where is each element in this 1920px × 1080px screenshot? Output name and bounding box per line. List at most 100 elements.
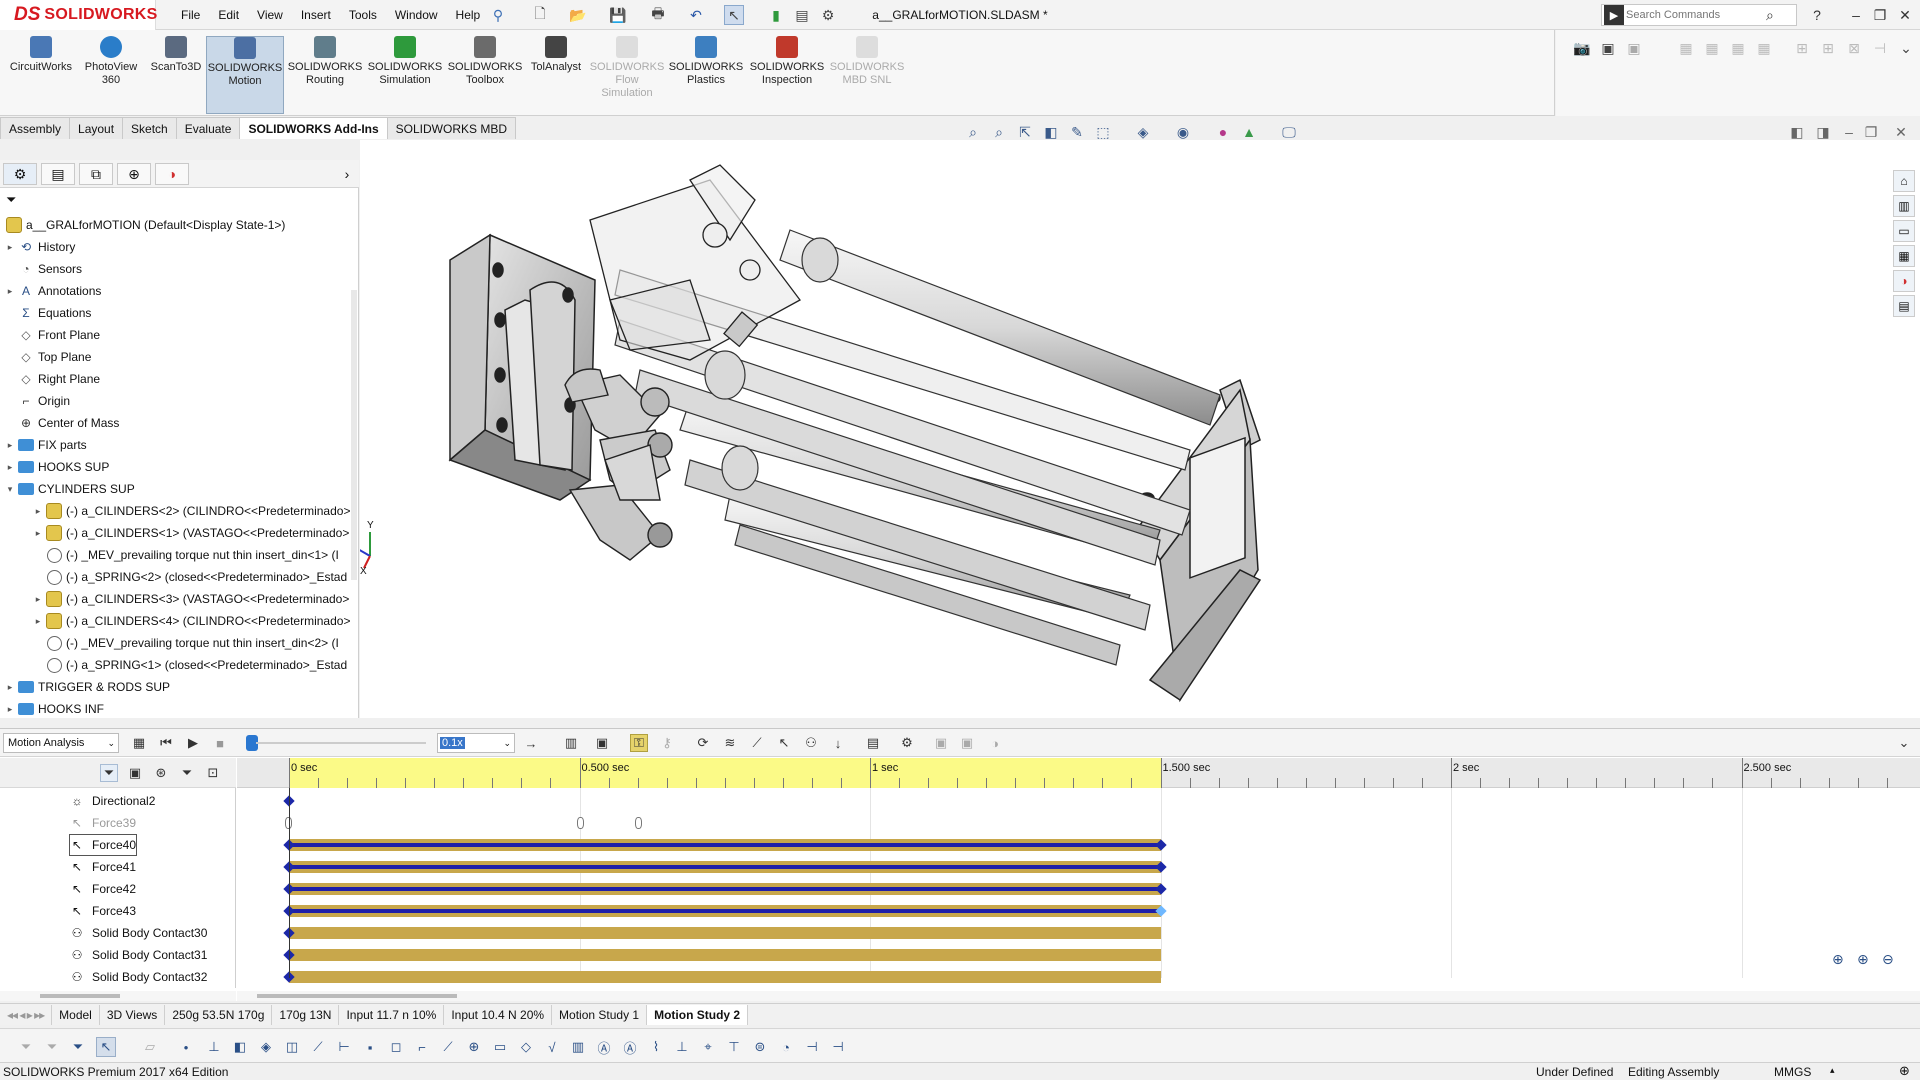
zoom-in-timeline-icon[interactable]: ⊕ bbox=[1832, 951, 1844, 968]
tree-item[interactable]: ▸ HOOKS INF bbox=[4, 698, 104, 720]
filter-driving-icon[interactable]: ▣ bbox=[126, 764, 144, 782]
tab-input-10-4[interactable]: Input 10.4 N 20% bbox=[444, 1004, 553, 1025]
timeline-bar[interactable] bbox=[289, 905, 1161, 917]
tree-item[interactable]: Σ Equations bbox=[4, 302, 91, 324]
layout-icon-6[interactable]: ⊞ bbox=[1818, 38, 1838, 58]
tree-item[interactable]: ▾ CYLINDERS SUP bbox=[4, 478, 135, 500]
study-type-select[interactable]: Motion Analysis ⌄ bbox=[3, 733, 119, 753]
filter-balloons-icon[interactable]: Ⓐ bbox=[594, 1037, 614, 1057]
options-gear-icon[interactable]: ⚙ bbox=[818, 5, 838, 25]
force-icon[interactable]: ↖ bbox=[775, 734, 793, 752]
units-chevron-icon[interactable]: ▴ bbox=[1830, 1065, 1835, 1076]
solidworks-motion-button[interactable]: SOLIDWORKS Motion bbox=[206, 36, 284, 114]
playback-speed-select[interactable]: 0.1x ⌄ bbox=[437, 733, 515, 753]
solidworks-simulation-button[interactable]: SOLIDWORKS Simulation bbox=[366, 36, 444, 114]
zoom-out-timeline-icon[interactable]: ⊕ bbox=[1857, 951, 1869, 968]
tree-item[interactable]: ▸ (-) a_CILINDERS<1> (VASTAGO<<Predetermi… bbox=[32, 522, 349, 544]
tab-solidworks-add-ins[interactable]: SOLIDWORKS Add-Ins bbox=[239, 117, 388, 139]
previous-view-icon[interactable]: ⇱ bbox=[1015, 122, 1035, 142]
more-tools-icon[interactable]: ◑ bbox=[986, 734, 1004, 752]
tab-assembly[interactable]: Assembly bbox=[0, 117, 71, 139]
motion-tree-row[interactable]: ↖ Force41 bbox=[70, 857, 136, 877]
expand-arrow-icon[interactable]: ▸ bbox=[32, 594, 44, 605]
layout-icon-8[interactable]: ⊣ bbox=[1870, 38, 1890, 58]
expand-arrow-icon[interactable]: ▸ bbox=[32, 528, 44, 539]
search-input[interactable] bbox=[1626, 9, 1766, 21]
tab-3d-views[interactable]: 3D Views bbox=[100, 1004, 166, 1025]
filter-surface-finish-icon[interactable]: √ bbox=[542, 1037, 562, 1057]
view-settings-icon[interactable]: 🖵 bbox=[1279, 122, 1299, 142]
stop-icon[interactable]: ■ bbox=[211, 734, 229, 752]
filter-sketch-icon[interactable]: ◻ bbox=[386, 1037, 406, 1057]
save-icon[interactable]: 💾 bbox=[608, 5, 628, 25]
configuration-manager-tab-icon[interactable]: ⧉ bbox=[79, 163, 113, 185]
menu-edit[interactable]: Edit bbox=[209, 8, 248, 22]
motion-properties-gear-icon[interactable]: ⚙ bbox=[898, 734, 916, 752]
dynamic-annotation-icon[interactable]: ✎ bbox=[1067, 122, 1087, 142]
graphics-area[interactable]: Y Z X bbox=[360, 140, 1920, 718]
collapse-chevron-icon[interactable]: ⌄ bbox=[1895, 734, 1913, 752]
spring-icon[interactable]: ≋ bbox=[721, 734, 739, 752]
gravity-icon[interactable]: ↓ bbox=[829, 734, 847, 752]
filter-solids-icon[interactable]: ◫ bbox=[282, 1037, 302, 1057]
tab-input-11-7[interactable]: Input 11.7 n 10% bbox=[339, 1004, 445, 1025]
zoom-to-area-icon[interactable]: ⌕ bbox=[989, 122, 1009, 142]
filter-bom-icon[interactable]: ⌖ bbox=[698, 1037, 718, 1057]
select-all-filters-icon[interactable]: ⏷ bbox=[68, 1037, 88, 1057]
filter-gtol-icon[interactable]: ▭ bbox=[490, 1037, 510, 1057]
search-icon[interactable]: ⌕ bbox=[1766, 7, 1774, 24]
appearances-icon[interactable]: ◑ bbox=[1893, 270, 1915, 292]
tree-item[interactable]: ▸ HOOKS SUP bbox=[4, 456, 110, 478]
tab-motion-study-1[interactable]: Motion Study 1 bbox=[552, 1004, 648, 1025]
time-bar[interactable] bbox=[289, 788, 290, 978]
display-manager-tab-icon[interactable]: ◑ bbox=[155, 163, 189, 185]
zoom-timeline-icon[interactable]: ⊡ bbox=[204, 764, 222, 782]
timeline-bar[interactable] bbox=[289, 883, 1161, 895]
motion-tree-row[interactable]: ⚇ Solid Body Contact31 bbox=[70, 945, 208, 965]
expand-arrow-icon[interactable]: ▾ bbox=[4, 484, 16, 495]
print-icon[interactable]: 🖶 bbox=[648, 5, 668, 25]
filter-cosmetic-threads-icon[interactable]: ⊥ bbox=[672, 1037, 692, 1057]
timeline-bar[interactable] bbox=[289, 971, 1161, 983]
tab-sketch[interactable]: Sketch bbox=[122, 117, 177, 139]
rebuild-icon[interactable]: ▮ bbox=[766, 5, 786, 25]
pin-icon[interactable]: ⚲ bbox=[488, 5, 508, 25]
file-properties-icon[interactable]: ▤ bbox=[792, 5, 812, 25]
tree-item[interactable]: ◔ Sensors bbox=[4, 258, 82, 280]
filter-points-icon[interactable]: • bbox=[176, 1037, 196, 1057]
motor-icon[interactable]: ⟳ bbox=[694, 734, 712, 752]
select-arrow-bottom-icon[interactable]: ↖ bbox=[96, 1037, 116, 1057]
help-icon[interactable]: ? bbox=[1806, 4, 1828, 26]
tab-model[interactable]: Model bbox=[52, 1004, 100, 1025]
solidworks-logo[interactable]: DS SOLIDWORKS bbox=[0, 0, 157, 30]
filter-results-icon[interactable]: ⏷ bbox=[178, 764, 196, 782]
section-view-icon[interactable]: ◧ bbox=[1041, 122, 1061, 142]
expand-arrow-icon[interactable]: ▸ bbox=[4, 704, 16, 715]
tolanalyst-button[interactable]: TolAnalyst bbox=[526, 36, 586, 114]
tab-motion-study-2[interactable]: Motion Study 2 bbox=[647, 1004, 749, 1025]
search-commands-box[interactable]: ▶ ⌕ bbox=[1601, 4, 1797, 26]
camera-icon[interactable]: 📷 bbox=[1572, 38, 1592, 58]
hide-show-items-icon[interactable]: ◉ bbox=[1173, 122, 1193, 142]
force39-key[interactable] bbox=[634, 817, 642, 829]
motion-tree-row[interactable]: ↖ Force39 bbox=[70, 813, 136, 833]
playback-mode-icon[interactable]: → bbox=[522, 734, 540, 752]
calculate-icon[interactable]: ▦ bbox=[130, 734, 148, 752]
motion-tree-row[interactable]: ↖ Force42 bbox=[70, 879, 136, 899]
filter-icon[interactable]: ⏷ bbox=[6, 192, 16, 208]
timeline-bar[interactable] bbox=[289, 861, 1161, 873]
tree-item[interactable]: ▸ (-) a_CILINDERS<3> (VASTAGO<<Predetermi… bbox=[32, 588, 349, 610]
filter-faces-icon[interactable]: ◧ bbox=[230, 1037, 250, 1057]
filter-weld-icon[interactable]: ▥ bbox=[568, 1037, 588, 1057]
add-key-icon[interactable]: ⚷ bbox=[658, 734, 676, 752]
filter-surfaces-icon[interactable]: ◈ bbox=[256, 1037, 276, 1057]
render-icon[interactable]: ▣ bbox=[1598, 38, 1618, 58]
filter-curves-icon[interactable]: ⟋ bbox=[438, 1037, 458, 1057]
menu-help[interactable]: Help bbox=[447, 8, 490, 22]
edit-appearance-icon[interactable]: ● bbox=[1213, 122, 1233, 142]
undo-icon[interactable]: ↶ bbox=[686, 5, 706, 25]
tab-170g[interactable]: 170g 13N bbox=[272, 1004, 340, 1025]
toggle-filter-icon[interactable]: ⏷ bbox=[16, 1037, 36, 1057]
view-palette-icon[interactable]: ▦ bbox=[1893, 245, 1915, 267]
contact-icon[interactable]: ⚇ bbox=[802, 734, 820, 752]
